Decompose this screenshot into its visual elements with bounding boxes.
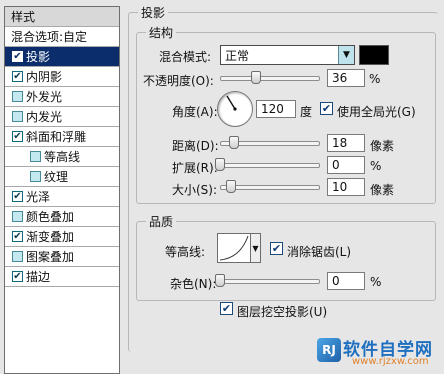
- contour-curve-icon: [219, 235, 249, 261]
- checkbox-contour[interactable]: [30, 151, 41, 162]
- style-item-label: 外发光: [26, 90, 63, 104]
- blend-mode-label: 混合模式:: [159, 50, 212, 64]
- spread-slider[interactable]: [220, 163, 320, 168]
- checkbox-bevel-emboss[interactable]: ✔: [12, 131, 23, 142]
- styles-header[interactable]: 样式: [5, 7, 119, 27]
- angle-value: 120: [261, 102, 284, 116]
- style-item-outer-glow[interactable]: 外发光: [5, 87, 119, 107]
- noise-slider[interactable]: [220, 279, 320, 284]
- size-label: 大小(S):: [172, 183, 218, 197]
- size-value: 10: [332, 180, 348, 194]
- opacity-slider[interactable]: [220, 76, 320, 81]
- angle-label: 角度(A):: [172, 105, 218, 119]
- checkbox-inner-shadow[interactable]: ✔: [12, 71, 23, 82]
- opacity-input[interactable]: 36: [327, 69, 365, 87]
- style-item-label: 图案叠加: [26, 250, 75, 264]
- spread-label: 扩展(R):: [172, 161, 218, 175]
- style-item-stroke[interactable]: ✔ 描边: [5, 267, 119, 287]
- style-item-label: 光泽: [26, 190, 51, 204]
- noise-input[interactable]: 0: [327, 272, 365, 290]
- noise-value: 0: [332, 274, 340, 288]
- knockout-label: 图层挖空投影(U): [237, 305, 328, 319]
- checkbox-gradient-overlay[interactable]: ✔: [12, 231, 23, 242]
- style-item-label: 内发光: [26, 110, 63, 124]
- checkbox-drop-shadow[interactable]: ✔: [12, 51, 23, 62]
- blend-mode-value: 正常: [225, 48, 250, 63]
- angle-unit: 度: [300, 105, 313, 119]
- spread-value: 0: [332, 158, 340, 172]
- style-item-label: 颜色叠加: [26, 210, 75, 224]
- style-item-color-overlay[interactable]: 颜色叠加: [5, 207, 119, 227]
- style-item-inner-glow[interactable]: 内发光: [5, 107, 119, 127]
- style-item-pattern-overlay[interactable]: 图案叠加: [5, 247, 119, 267]
- noise-label: 杂色(N):: [170, 277, 217, 291]
- contour-preview[interactable]: [217, 233, 251, 263]
- structure-title: 结构: [146, 24, 177, 41]
- distance-slider-thumb[interactable]: [229, 136, 239, 149]
- style-item-inner-shadow[interactable]: ✔ 内阴影: [5, 67, 119, 87]
- contour-dropdown-button[interactable]: ▼: [250, 233, 261, 263]
- style-item-label: 渐变叠加: [26, 230, 75, 244]
- style-item-label: 纹理: [44, 170, 69, 184]
- style-item-label: 内阴影: [26, 70, 63, 84]
- style-item-drop-shadow[interactable]: ✔ 投影: [5, 47, 119, 67]
- style-item-texture[interactable]: 纹理: [5, 167, 119, 187]
- anti-alias-label: 消除锯齿(L): [287, 245, 352, 259]
- watermark-logo-icon: RJ: [317, 338, 341, 362]
- spread-input[interactable]: 0: [327, 156, 365, 174]
- opacity-slider-thumb[interactable]: [251, 71, 261, 84]
- size-unit: 像素: [370, 183, 395, 197]
- blend-options-item[interactable]: 混合选项:自定: [5, 27, 119, 47]
- noise-slider-thumb[interactable]: [215, 274, 225, 287]
- styles-list: 样式 混合选项:自定 ✔ 投影 ✔ 内阴影 外发光 内发光 ✔ 斜面和浮雕 等高…: [4, 6, 120, 374]
- angle-dial[interactable]: [217, 91, 253, 127]
- style-item-bevel-emboss[interactable]: ✔ 斜面和浮雕: [5, 127, 119, 147]
- styles-header-label: 样式: [11, 10, 36, 24]
- checkbox-outer-glow[interactable]: [12, 91, 23, 102]
- checkbox-satin[interactable]: ✔: [12, 191, 23, 202]
- opacity-unit: %: [369, 72, 381, 86]
- checkbox-pattern-overlay[interactable]: [12, 251, 23, 262]
- spread-slider-thumb[interactable]: [215, 158, 225, 171]
- distance-label: 距离(D):: [172, 139, 219, 153]
- style-item-gradient-overlay[interactable]: ✔ 渐变叠加: [5, 227, 119, 247]
- style-item-satin[interactable]: ✔ 光泽: [5, 187, 119, 207]
- knockout-checkbox[interactable]: ✔: [220, 302, 233, 315]
- global-light-label: 使用全局光(G): [337, 105, 416, 119]
- size-input[interactable]: 10: [327, 178, 365, 196]
- spread-unit: %: [370, 159, 382, 173]
- distance-unit: 像素: [370, 139, 395, 153]
- checkbox-texture[interactable]: [30, 171, 41, 182]
- global-light-checkbox[interactable]: ✔: [320, 102, 333, 115]
- noise-unit: %: [370, 275, 382, 289]
- quality-title: 品质: [146, 213, 177, 230]
- checkbox-stroke[interactable]: ✔: [12, 271, 23, 282]
- blend-options-label: 混合选项:自定: [11, 30, 88, 44]
- watermark-url: www.rjzxw.com: [352, 356, 429, 367]
- style-item-label: 等高线: [44, 150, 81, 164]
- contour-label: 等高线:: [165, 245, 206, 259]
- anti-alias-checkbox[interactable]: ✔: [270, 242, 283, 255]
- opacity-label: 不透明度(O):: [143, 74, 214, 88]
- blend-mode-select[interactable]: 正常 ▼: [220, 45, 355, 65]
- style-item-label: 投影: [26, 50, 51, 64]
- drop-shadow-title: 投影: [138, 4, 169, 21]
- chevron-down-icon[interactable]: ▼: [338, 46, 354, 64]
- style-item-contour[interactable]: 等高线: [5, 147, 119, 167]
- style-item-label: 描边: [26, 270, 51, 284]
- style-item-label: 斜面和浮雕: [26, 130, 87, 144]
- checkbox-color-overlay[interactable]: [12, 211, 23, 222]
- angle-needle-icon: [226, 95, 237, 111]
- opacity-value: 36: [332, 71, 348, 85]
- shadow-color-swatch[interactable]: [359, 45, 389, 65]
- distance-input[interactable]: 18: [327, 134, 365, 152]
- angle-input[interactable]: 120: [256, 100, 296, 118]
- size-slider-thumb[interactable]: [226, 180, 236, 193]
- checkbox-inner-glow[interactable]: [12, 111, 23, 122]
- distance-value: 18: [332, 136, 348, 150]
